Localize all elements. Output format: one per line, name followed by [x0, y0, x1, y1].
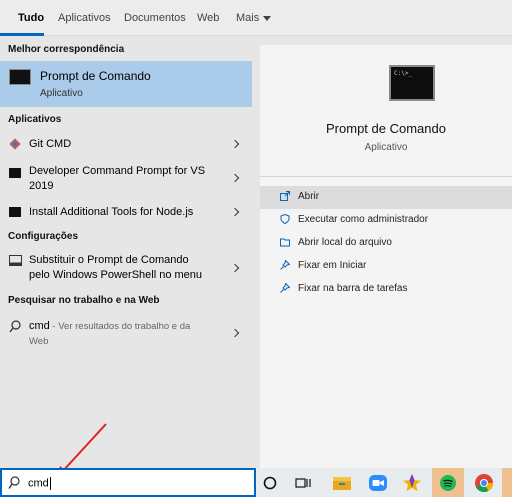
chevron-right-icon[interactable]: [230, 207, 240, 217]
cortana-icon[interactable]: [258, 471, 282, 495]
preview-title: Prompt de Comando: [326, 121, 446, 136]
command-prompt-icon: [9, 69, 31, 85]
action-label: Fixar em Iniciar: [298, 260, 367, 271]
chevron-right-icon[interactable]: [230, 328, 240, 338]
results-pane: Melhor correspondência Prompt de Comando…: [0, 37, 252, 468]
star-app-icon[interactable]: [400, 471, 424, 495]
divider: [260, 176, 512, 177]
tab-web[interactable]: Web: [197, 12, 219, 24]
web-heading: Pesquisar no trabalho e na Web: [8, 295, 160, 306]
action-label: Fixar na barra de tarefas: [298, 283, 408, 294]
action-label: Abrir: [298, 191, 320, 202]
best-match-title: Prompt de Comando: [40, 69, 151, 83]
search-icon: [9, 320, 21, 333]
search-icon: [8, 476, 20, 489]
spotify-icon: [440, 475, 456, 491]
action-label: Executar como administrador: [298, 214, 429, 225]
list-item-powershell-setting[interactable]: Substituir o Prompt de Comando pelo Wind…: [0, 251, 252, 285]
search-input-text: cmd: [28, 477, 51, 490]
chevron-right-icon[interactable]: [230, 263, 240, 273]
chevron-right-icon[interactable]: [230, 173, 240, 183]
tab-more-label: Mais: [236, 12, 260, 24]
apps-heading: Aplicativos: [8, 114, 62, 125]
tab-documents[interactable]: Documentos: [124, 12, 186, 24]
settings-heading: Configurações: [8, 231, 79, 242]
list-item-web-search[interactable]: cmd - Ver resultados do trabalho e da We…: [0, 317, 252, 351]
list-item-label: cmd - Ver resultados do trabalho e da We…: [29, 319, 190, 349]
zoom-icon[interactable]: [366, 471, 390, 495]
preview-subtitle: Aplicativo: [364, 142, 408, 153]
web-query-suffix: - Ver resultados do trabalho e da: [49, 321, 191, 332]
list-item-label: Git CMD: [29, 138, 72, 150]
search-value: cmd: [28, 477, 49, 490]
icon-text: C:\>_: [394, 70, 413, 77]
spotify-button[interactable]: [432, 468, 464, 497]
list-item-label-line1: Substituir o Prompt de Comando: [29, 254, 189, 266]
shield-icon: [280, 214, 290, 224]
list-item-label: Developer Command Prompt for VS 2019: [29, 164, 205, 194]
list-item-label-line1: Developer Command Prompt for VS: [29, 165, 206, 177]
command-prompt-icon: [9, 207, 21, 217]
pin-icon: [280, 283, 290, 293]
action-run-as-admin[interactable]: Executar como administrador: [260, 209, 512, 232]
folder-icon: [280, 238, 290, 247]
file-explorer-icon[interactable]: [330, 471, 354, 495]
action-open-file-location[interactable]: Abrir local do arquivo: [260, 232, 512, 255]
web-query-line2: Web: [29, 336, 49, 347]
list-item-label: Substituir o Prompt de Comando pelo Wind…: [29, 253, 202, 283]
action-open[interactable]: Abrir: [260, 186, 512, 209]
search-input[interactable]: cmd: [0, 468, 256, 497]
pin-icon: [280, 260, 290, 270]
tab-apps[interactable]: Aplicativos: [58, 12, 111, 24]
search-tabs: Tudo Aplicativos Documentos Web Mais: [0, 0, 512, 36]
list-item-label: Install Additional Tools for Node.js: [29, 206, 194, 218]
preview-pane: C:\>_ Prompt de Comando Aplicativo Abrir…: [260, 45, 512, 468]
action-pin-to-start[interactable]: Fixar em Iniciar: [260, 255, 512, 278]
action-label: Abrir local do arquivo: [298, 237, 392, 248]
best-match-subtitle: Aplicativo: [40, 88, 83, 99]
active-tab-indicator: [0, 33, 44, 36]
best-match-item[interactable]: Prompt de Comando Aplicativo: [0, 61, 252, 107]
command-prompt-icon: [9, 168, 21, 178]
list-item-label-line2: pelo Windows PowerShell no menu: [29, 269, 203, 281]
tab-all[interactable]: Tudo: [18, 12, 44, 24]
list-item-node-tools[interactable]: Install Additional Tools for Node.js: [0, 203, 252, 225]
action-pin-to-taskbar[interactable]: Fixar na barra de tarefas: [260, 278, 512, 301]
git-icon: [9, 138, 21, 150]
list-item-label-line2: 2019: [29, 180, 54, 192]
best-match-heading: Melhor correspondência: [8, 44, 125, 55]
taskbar-settings-icon: [9, 255, 22, 266]
list-item-git-cmd[interactable]: Git CMD: [0, 134, 252, 156]
taskbar: [256, 468, 512, 497]
chevron-down-icon: [263, 15, 272, 21]
tab-more[interactable]: Mais: [236, 12, 272, 24]
list-item-dev-command-prompt[interactable]: Developer Command Prompt for VS 2019: [0, 163, 252, 195]
text-caret: [49, 477, 51, 490]
web-query: cmd: [29, 320, 50, 332]
open-icon: [280, 191, 290, 201]
task-view-icon[interactable]: [292, 471, 316, 495]
taskbar-edge: [502, 468, 512, 497]
chrome-icon[interactable]: [472, 471, 496, 495]
command-prompt-icon: C:\>_: [389, 65, 435, 101]
chevron-right-icon[interactable]: [230, 139, 240, 149]
